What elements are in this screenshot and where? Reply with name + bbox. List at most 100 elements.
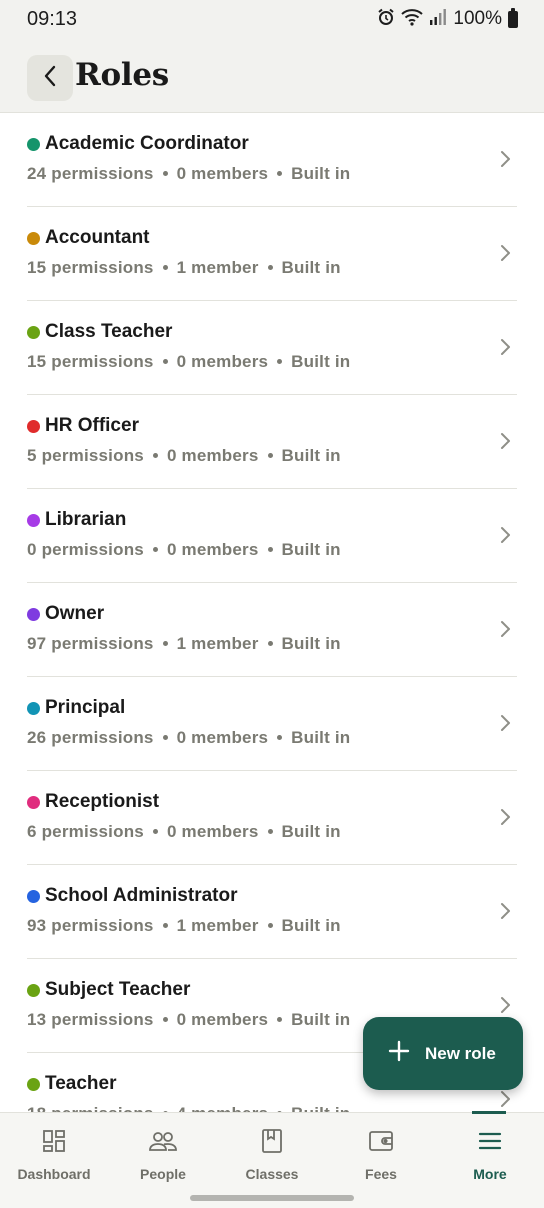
meta-separator-dot bbox=[162, 265, 168, 271]
role-permissions-count: 24 permissions bbox=[27, 164, 154, 183]
role-color-dot bbox=[27, 890, 40, 903]
role-type: Built in bbox=[281, 822, 341, 841]
role-row[interactable]: Receptionist 6 permissions 0 members Built … bbox=[0, 771, 544, 865]
role-name: Librarian bbox=[45, 509, 127, 530]
role-meta: 93 permissions 1 member Built in bbox=[27, 916, 341, 936]
status-icons: 100% bbox=[377, 7, 518, 31]
role-permissions-count: 26 permissions bbox=[27, 728, 154, 747]
nav-item-classes[interactable]: Classes bbox=[218, 1113, 326, 1188]
role-name: School Administrator bbox=[45, 885, 238, 906]
nav-label-dashboard: Dashboard bbox=[17, 1166, 91, 1182]
meta-separator-dot bbox=[162, 641, 168, 647]
role-name: Receptionist bbox=[45, 791, 160, 812]
role-meta: 26 permissions 0 members Built in bbox=[27, 728, 350, 748]
role-members-count: 1 member bbox=[176, 258, 259, 277]
role-members-count: 0 members bbox=[166, 822, 259, 841]
role-members-count: 0 members bbox=[176, 164, 269, 183]
role-name: Owner bbox=[45, 603, 105, 624]
role-type: Built in bbox=[291, 728, 351, 747]
meta-separator-dot bbox=[267, 829, 273, 835]
roles-list: Academic Coordinator 24 permissions 0 memb… bbox=[0, 113, 544, 1113]
battery-percent: 100% bbox=[453, 8, 502, 29]
role-members-count: 0 members bbox=[176, 1010, 269, 1029]
role-name: Subject Teacher bbox=[45, 979, 191, 1000]
role-meta: 15 permissions 0 members Built in bbox=[27, 352, 350, 372]
role-row[interactable]: Owner 97 permissions 1 member Built in bbox=[0, 583, 544, 677]
nav-item-more[interactable]: More bbox=[436, 1113, 544, 1188]
meta-separator-dot bbox=[152, 453, 158, 459]
role-color-dot bbox=[27, 1078, 40, 1091]
meta-separator-dot bbox=[267, 453, 273, 459]
role-color-dot bbox=[27, 514, 40, 527]
role-row[interactable]: Principal 26 permissions 0 members Built in bbox=[0, 677, 544, 771]
meta-separator-dot bbox=[162, 171, 168, 177]
role-name: Accountant bbox=[45, 227, 150, 248]
role-meta: 13 permissions 0 members Built in bbox=[27, 1010, 350, 1030]
role-members-count: 0 members bbox=[166, 446, 259, 465]
role-row[interactable]: Librarian 0 permissions 0 members Built in bbox=[0, 489, 544, 583]
chevron-left-icon bbox=[43, 65, 57, 92]
role-color-dot bbox=[27, 420, 40, 433]
role-row[interactable]: HR Officer 5 permissions 0 members Built in bbox=[0, 395, 544, 489]
app-bar: Roles bbox=[0, 40, 544, 113]
role-name: Principal bbox=[45, 697, 126, 718]
meta-separator-dot bbox=[267, 547, 273, 553]
role-type: Built in bbox=[281, 540, 341, 559]
plus-icon bbox=[388, 1040, 410, 1067]
role-permissions-count: 5 permissions bbox=[27, 446, 144, 465]
role-row[interactable]: Class Teacher 15 permissions 0 members Buil… bbox=[0, 301, 544, 395]
chevron-right-icon bbox=[498, 243, 512, 263]
chevron-right-icon bbox=[498, 525, 512, 545]
chevron-right-icon bbox=[498, 1089, 512, 1109]
role-row[interactable]: Accountant 15 permissions 1 member Built in bbox=[0, 207, 544, 301]
role-name: Academic Coordinator bbox=[45, 133, 249, 154]
meta-separator-dot bbox=[162, 1017, 168, 1023]
meta-separator-dot bbox=[152, 829, 158, 835]
role-row[interactable]: Academic Coordinator 24 permissions 0 memb… bbox=[0, 113, 544, 207]
meta-separator-dot bbox=[277, 171, 283, 177]
meta-separator-dot bbox=[152, 547, 158, 553]
role-color-dot bbox=[27, 326, 40, 339]
role-row[interactable]: School Administrator 93 permissions 1 memb… bbox=[0, 865, 544, 959]
chevron-right-icon bbox=[498, 807, 512, 827]
nav-label-people: People bbox=[140, 1166, 186, 1182]
new-role-label: New role bbox=[425, 1043, 496, 1063]
role-color-dot bbox=[27, 608, 40, 621]
role-color-dot bbox=[27, 984, 40, 997]
bottom-nav: Dashboard People Classes Fees More bbox=[0, 1111, 544, 1208]
role-type: Built in bbox=[281, 258, 341, 277]
nav-label-classes: Classes bbox=[245, 1166, 299, 1182]
role-permissions-count: 13 permissions bbox=[27, 1010, 154, 1029]
role-meta: 24 permissions 0 members Built in bbox=[27, 164, 350, 184]
nav-item-fees[interactable]: Fees bbox=[327, 1113, 435, 1188]
role-members-count: 1 member bbox=[176, 916, 259, 935]
status-time: 09:13 bbox=[27, 8, 78, 30]
alarm-icon bbox=[377, 8, 395, 31]
role-name: HR Officer bbox=[45, 415, 139, 436]
meta-separator-dot bbox=[277, 1017, 283, 1023]
menu-icon bbox=[476, 1127, 504, 1155]
chevron-right-icon bbox=[498, 713, 512, 733]
role-color-dot bbox=[27, 702, 40, 715]
home-indicator[interactable] bbox=[190, 1195, 354, 1201]
role-type: Built in bbox=[291, 352, 351, 371]
meta-separator-dot bbox=[267, 641, 273, 647]
back-button[interactable] bbox=[27, 55, 73, 101]
role-type: Built in bbox=[291, 164, 351, 183]
book-icon bbox=[258, 1127, 286, 1155]
new-role-button[interactable]: New role bbox=[363, 1017, 523, 1090]
role-meta: 97 permissions 1 member Built in bbox=[27, 634, 341, 654]
role-color-dot bbox=[27, 138, 40, 151]
chevron-right-icon bbox=[498, 149, 512, 169]
role-permissions-count: 93 permissions bbox=[27, 916, 154, 935]
role-meta: 6 permissions 0 members Built in bbox=[27, 822, 341, 842]
dashboard-icon bbox=[40, 1127, 68, 1155]
nav-item-dashboard[interactable]: Dashboard bbox=[0, 1113, 108, 1188]
chevron-right-icon bbox=[498, 337, 512, 357]
role-permissions-count: 97 permissions bbox=[27, 634, 154, 653]
role-members-count: 0 members bbox=[176, 728, 269, 747]
nav-item-people[interactable]: People bbox=[109, 1113, 217, 1188]
status-bar: 09:13 100% bbox=[0, 0, 544, 40]
role-color-dot bbox=[27, 232, 40, 245]
role-members-count: 0 members bbox=[166, 540, 259, 559]
